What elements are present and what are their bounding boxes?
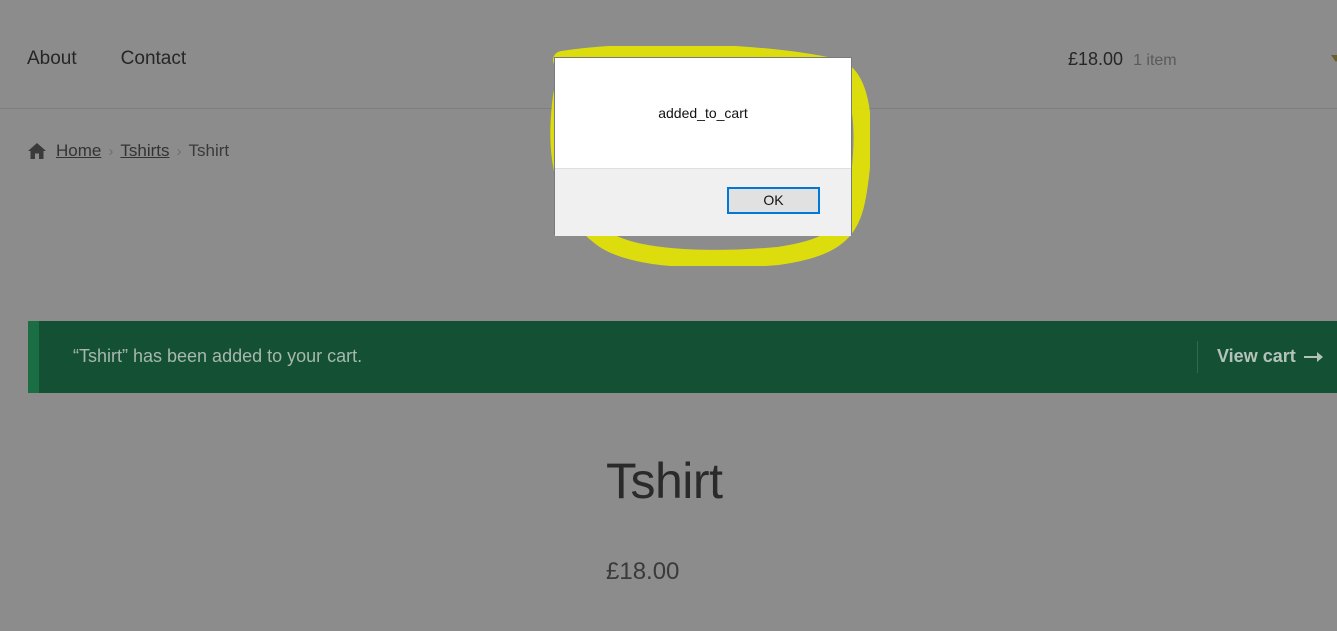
view-cart-link[interactable]: View cart — [1217, 346, 1323, 367]
nav-item-contact[interactable]: Contact — [121, 48, 186, 70]
alert-dialog: added_to_cart OK — [554, 57, 852, 236]
home-icon — [28, 143, 46, 159]
view-cart-label[interactable]: View cart — [1217, 346, 1296, 367]
page: About Contact £18.00 1 item Home › Tshir… — [0, 0, 1337, 631]
breadcrumb-home[interactable]: Home — [56, 141, 101, 161]
cart-item-count[interactable]: 1 item — [1133, 52, 1177, 70]
dialog-message: added_to_cart — [658, 105, 748, 121]
caret-down-icon[interactable] — [1331, 55, 1337, 62]
ok-button[interactable]: OK — [727, 187, 820, 214]
breadcrumb-current: Tshirt — [188, 141, 230, 160]
cart-total[interactable]: £18.00 — [1068, 49, 1123, 70]
notice-message: “Tshirt” has been added to your cart. — [73, 346, 363, 366]
breadcrumb-separator: › — [108, 142, 114, 160]
dialog-footer: OK — [555, 168, 851, 236]
arrow-right-icon — [1303, 351, 1323, 362]
primary-nav: About Contact — [27, 48, 186, 70]
breadcrumb-separator: › — [176, 142, 182, 160]
product-price: £18.00 — [606, 558, 680, 585]
notice-divider — [1197, 341, 1198, 373]
breadcrumb: Home › Tshirts › Tshirt — [27, 141, 229, 161]
header-cart[interactable]: £18.00 1 item — [1068, 49, 1177, 70]
nav-item-about[interactable]: About — [27, 48, 77, 70]
breadcrumb-category[interactable]: Tshirts — [120, 141, 169, 161]
cart-notice: “Tshirt” has been added to your cart. Vi… — [28, 321, 1337, 393]
product-title: Tshirt — [606, 453, 723, 509]
